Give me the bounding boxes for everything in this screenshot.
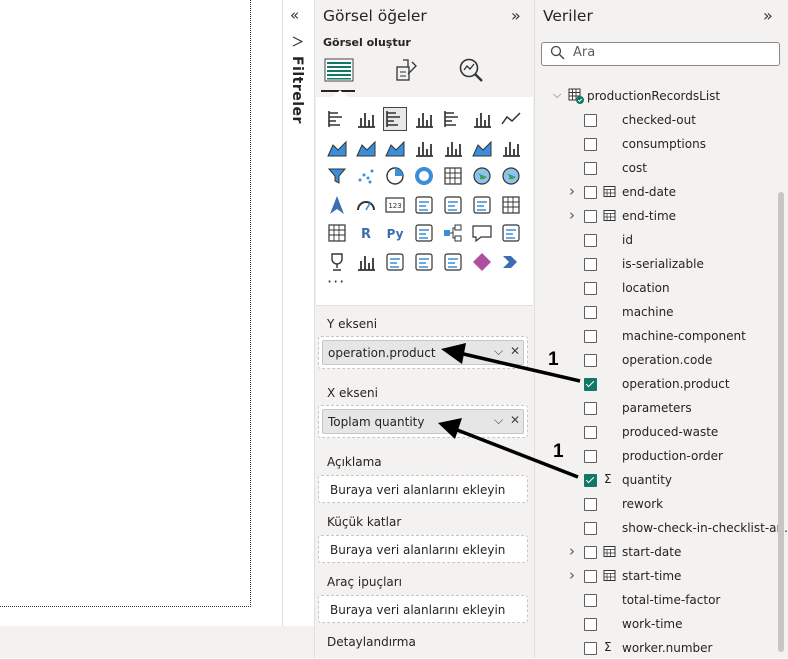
annotation-number: 1	[548, 349, 559, 370]
annotation-arrows	[438, 343, 581, 479]
annotation-number: 1	[553, 441, 564, 462]
arrowhead-x-axis	[438, 418, 462, 439]
arrow-to-y-axis	[454, 350, 581, 383]
arrowhead-y-axis	[441, 343, 466, 364]
